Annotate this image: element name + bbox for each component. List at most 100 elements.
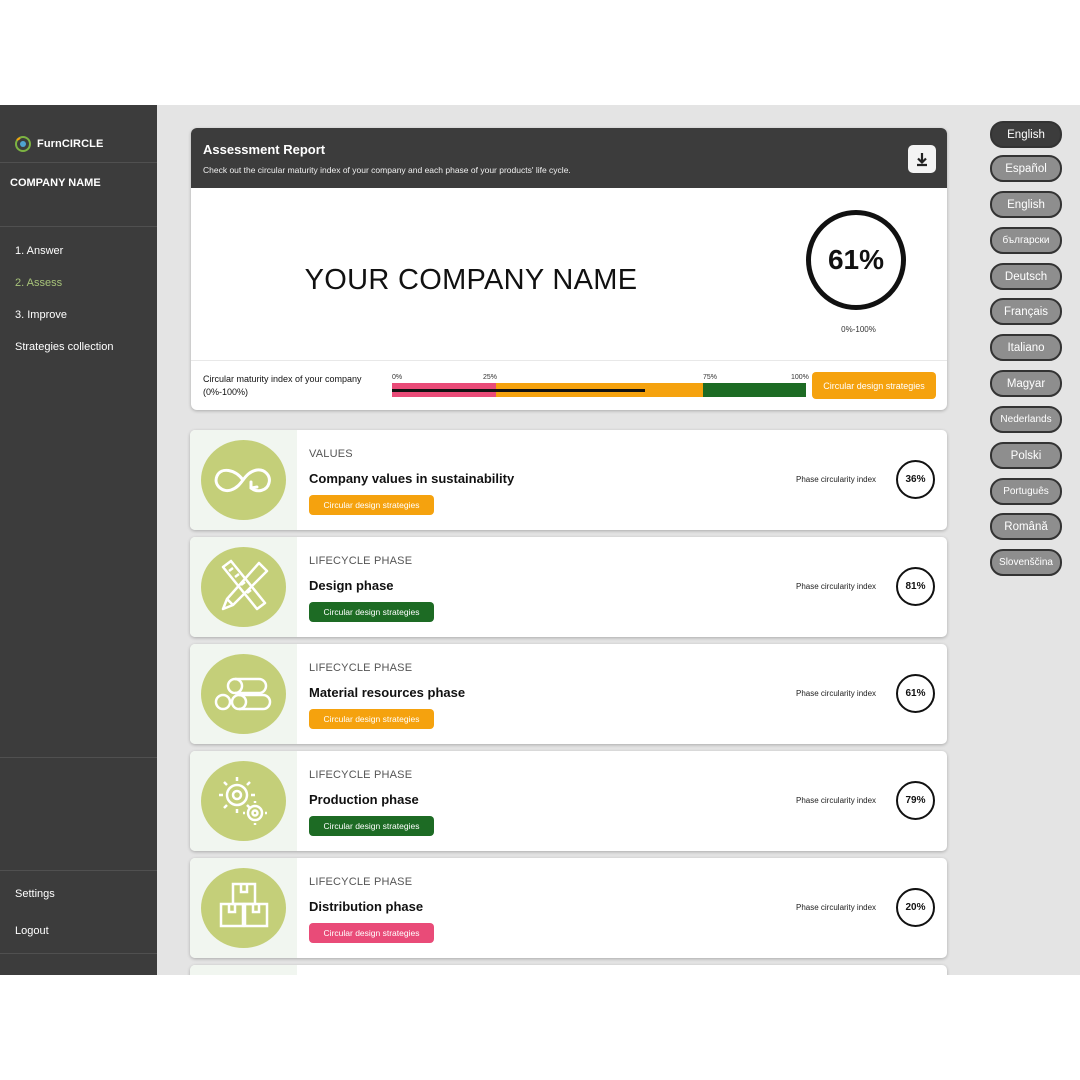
phase-strategies-button[interactable]: Circular design strategies xyxy=(309,495,434,515)
phase-index-circle: 81% xyxy=(896,567,935,606)
phase-card-production: LIFECYCLE PHASE Production phase Circula… xyxy=(190,751,947,851)
lang-slovenscina[interactable]: Slovenščina xyxy=(990,549,1062,576)
sidebar-divider xyxy=(0,757,157,758)
phase-icon-panel xyxy=(190,965,297,975)
nav-answer[interactable]: 1. Answer xyxy=(15,245,63,257)
phase-icon-circle xyxy=(201,440,286,520)
phase-card-design: LIFECYCLE PHASE Design phase Circular de… xyxy=(190,537,947,637)
nav-logout[interactable]: Logout xyxy=(15,925,49,937)
download-icon xyxy=(917,153,927,167)
phase-icon-panel xyxy=(190,751,297,851)
tick-label: 100% xyxy=(791,374,809,381)
phase-index-label: Phase circularity index xyxy=(796,475,877,484)
phase-index-label: Phase circularity index xyxy=(796,689,877,698)
phase-strategies-button[interactable]: Circular design strategies xyxy=(309,816,434,836)
phase-icon-circle xyxy=(201,547,286,627)
tick-label: 75% xyxy=(703,374,718,381)
overall-index-circle: 61% xyxy=(806,210,906,310)
sidebar-divider xyxy=(0,162,157,163)
overall-index-range: 0%-100% xyxy=(841,325,876,334)
phase-title: Company values in sustainability xyxy=(309,471,515,486)
phase-title: Design phase xyxy=(309,578,394,593)
phase-title: Material resources phase xyxy=(309,685,466,700)
phase-card-material: LIFECYCLE PHASE Material resources phase… xyxy=(190,644,947,744)
logs-icon xyxy=(214,677,272,711)
phase-index-value: 61% xyxy=(905,688,926,699)
nav-strategies-collection[interactable]: Strategies collection xyxy=(15,341,113,353)
brand-logo[interactable]: FurnCIRCLE xyxy=(14,135,103,153)
report-subtitle: Check out the circular maturity index of… xyxy=(203,165,571,175)
nav-assess[interactable]: 2. Assess xyxy=(15,277,62,289)
report-divider xyxy=(191,360,947,361)
lang-deutsch[interactable]: Deutsch xyxy=(990,263,1062,290)
maturity-index-label: Circular maturity index of your company … xyxy=(203,374,362,397)
phase-index-value: 79% xyxy=(905,795,926,806)
lang-portugues[interactable]: Português xyxy=(990,478,1062,505)
phase-card-distribution: LIFECYCLE PHASE Distribution phase Circu… xyxy=(190,858,947,958)
phase-icon-circle xyxy=(201,761,286,841)
phase-icon-circle xyxy=(201,868,286,948)
boxes-icon xyxy=(219,882,269,928)
lang-romana[interactable]: Română xyxy=(990,513,1062,540)
sidebar-divider xyxy=(0,870,157,871)
phase-category: LIFECYCLE PHASE xyxy=(309,662,413,674)
lang-bulgarian[interactable]: български xyxy=(990,227,1062,254)
tick-label: 25% xyxy=(483,374,498,381)
phase-index-circle: 79% xyxy=(896,781,935,820)
lang-francais[interactable]: Français xyxy=(990,298,1062,325)
phase-category: LIFECYCLE PHASE xyxy=(309,876,413,888)
infinity-arrow-icon xyxy=(214,468,271,493)
nav-settings[interactable]: Settings xyxy=(15,888,55,900)
maturity-index-bar xyxy=(392,383,806,397)
maturity-progress-indicator xyxy=(392,389,645,392)
lang-nederlands[interactable]: Nederlands xyxy=(990,406,1062,433)
gears-icon xyxy=(219,777,267,825)
lang-magyar[interactable]: Magyar xyxy=(990,370,1062,397)
phase-icon-panel xyxy=(190,858,297,958)
phase-title: Production phase xyxy=(309,792,419,807)
report-title: Assessment Report xyxy=(203,142,326,157)
download-button[interactable] xyxy=(908,145,936,173)
phase-strategies-button[interactable]: Circular design strategies xyxy=(309,602,434,622)
phase-strategies-button[interactable]: Circular design strategies xyxy=(309,709,434,729)
company-name-display: YOUR COMPANY NAME xyxy=(304,264,638,296)
phase-icon-panel xyxy=(190,537,297,637)
phase-index-value: 81% xyxy=(905,581,926,592)
phase-index-circle: 20% xyxy=(896,888,935,927)
phase-title: Distribution phase xyxy=(309,899,424,914)
tick-label: 0% xyxy=(392,374,403,381)
main-content: Assessment Report Check out the circular… xyxy=(157,105,977,975)
phase-index-circle: 61% xyxy=(896,674,935,713)
phase-index-value: 36% xyxy=(905,474,926,485)
lang-english-active[interactable]: English xyxy=(990,121,1062,148)
nav-improve[interactable]: 3. Improve xyxy=(15,309,67,321)
sidebar-divider xyxy=(0,226,157,227)
phase-card-partial xyxy=(190,965,947,975)
phase-icon-panel xyxy=(190,644,297,744)
phase-category: LIFECYCLE PHASE xyxy=(309,555,413,567)
app-window: FurnCIRCLE COMPANY NAME 1. Answer 2. Ass… xyxy=(0,105,1080,975)
phase-index-label: Phase circularity index xyxy=(796,582,877,591)
phase-index-label: Phase circularity index xyxy=(796,796,877,805)
lang-polski[interactable]: Polski xyxy=(990,442,1062,469)
logo-icon xyxy=(15,136,31,152)
lang-espanol[interactable]: Español xyxy=(990,155,1062,182)
assessment-report-card: Assessment Report Check out the circular… xyxy=(191,128,947,410)
brand-name: FurnCIRCLE xyxy=(37,138,104,150)
sidebar: FurnCIRCLE COMPANY NAME 1. Answer 2. Ass… xyxy=(0,105,157,975)
circular-design-strategies-button[interactable]: Circular design strategies xyxy=(812,372,936,399)
lang-italiano[interactable]: Italiano xyxy=(990,334,1062,361)
phase-index-circle: 36% xyxy=(896,460,935,499)
company-name: COMPANY NAME xyxy=(10,177,101,189)
phase-icon-circle xyxy=(201,654,286,734)
phase-index-value: 20% xyxy=(905,902,926,913)
phase-category: VALUES xyxy=(309,448,353,460)
pencil-ruler-icon xyxy=(221,559,269,611)
lang-english[interactable]: English xyxy=(990,191,1062,218)
overall-index-value: 61% xyxy=(827,244,885,275)
phase-index-label: Phase circularity index xyxy=(796,903,877,912)
bar-segment-high xyxy=(703,383,806,397)
phase-icon-panel xyxy=(190,430,297,530)
phase-strategies-button[interactable]: Circular design strategies xyxy=(309,923,434,943)
sidebar-divider xyxy=(0,953,157,954)
